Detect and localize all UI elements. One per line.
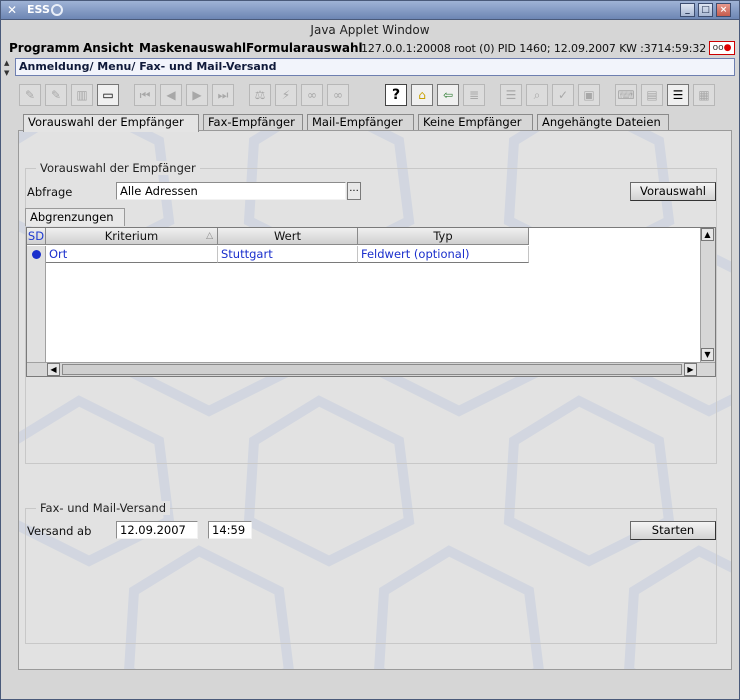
previous-record-icon[interactable]: ◀ [160, 84, 182, 106]
tab-mail-empfaenger[interactable]: Mail-Empfänger [307, 114, 414, 131]
menu-formularauswahl[interactable]: Formularauswahl [246, 41, 363, 55]
abfrage-field[interactable]: Alle Adressen [116, 182, 346, 200]
column-header-wert[interactable]: Wert [218, 228, 358, 245]
columns-icon[interactable]: ▥ [71, 84, 93, 106]
breadcrumb-strip: ▲ ▼ Anmeldung/ Menu/ Fax- und Mail-Versan… [2, 58, 738, 78]
home-icon[interactable]: ⌂ [411, 84, 433, 106]
versand-ab-label: Versand ab [27, 524, 92, 538]
versand-group-title: Fax- und Mail-Versand [36, 501, 170, 515]
check-icon[interactable]: ✓ [552, 84, 574, 106]
menu-programm[interactable]: Programm [9, 41, 80, 55]
menu-ansicht[interactable]: Ansicht [83, 41, 133, 55]
cell-wert[interactable]: Stuttgart [218, 246, 358, 263]
card-icon[interactable]: ▤ [641, 84, 663, 106]
list-arrow-icon[interactable]: ≣ [463, 84, 485, 106]
abfrage-label: Abfrage [27, 185, 73, 199]
window-title: ESS [27, 3, 50, 16]
app-x-icon: ✕ [7, 3, 18, 17]
maximize-button[interactable]: □ [698, 3, 713, 17]
tab-abgrenzungen[interactable]: Abgrenzungen [25, 208, 125, 226]
first-record-icon[interactable]: ⏮ [134, 84, 156, 106]
menu-maskenauswahl[interactable]: Maskenauswahl [139, 41, 246, 55]
breadcrumb: Anmeldung/ Menu/ Fax- und Mail-Versand [15, 58, 735, 76]
sort-ascending-icon: △ [206, 231, 213, 241]
tab-vorauswahl[interactable]: Vorauswahl der Empfänger [23, 114, 199, 132]
keyboard-icon[interactable]: ⌨ [615, 84, 637, 106]
link-icon[interactable]: ∞ [301, 84, 323, 106]
applet-window: ✕ ESS _ □ × Java Applet Window Programm … [0, 0, 740, 700]
column-header-kriterium[interactable]: Kriterium △ [46, 228, 218, 245]
exit-door-icon[interactable]: ⇦ [437, 84, 459, 106]
blank-page-icon[interactable]: ▭ [97, 84, 119, 106]
scroll-up-icon[interactable]: ▲ [701, 228, 714, 241]
vorauswahl-group-title: Vorauswahl der Empfänger [36, 161, 200, 175]
edit-doc2-icon[interactable]: ✎ [45, 84, 67, 106]
stamp-icon[interactable]: ▣ [578, 84, 600, 106]
cell-typ[interactable]: Feldwert (optional) [358, 246, 529, 263]
menu-bar: Programm Ansicht Maskenauswahl Formulara… [2, 39, 738, 57]
minimize-button[interactable]: _ [680, 3, 695, 17]
scroll-left-icon[interactable]: ◀ [47, 363, 60, 376]
tab-keine-empfaenger[interactable]: Keine Empfänger [418, 114, 533, 131]
bars-icon[interactable]: ☰ [667, 84, 689, 106]
versand-date-field[interactable]: 12.09.2007 [116, 521, 198, 539]
cell-kriterium[interactable]: Ort [46, 246, 218, 263]
edit-doc-icon[interactable]: ✎ [19, 84, 41, 106]
column-header-typ[interactable]: Typ [358, 228, 529, 245]
horizontal-scroll-thumb[interactable] [62, 364, 682, 375]
vertical-scrollbar[interactable]: ▲ ▼ [700, 228, 715, 362]
horizontal-scrollbar[interactable]: ◀ ▶ [27, 362, 715, 376]
next-record-icon[interactable]: ▶ [186, 84, 208, 106]
abgrenzungen-table: SD Kriterium △ Wert Typ Ort Stuttgart Fel… [26, 227, 716, 377]
abfrage-browse-button[interactable]: ... [347, 182, 361, 200]
last-record-icon[interactable]: ⏭ [212, 84, 234, 106]
session-status: 127.0.0.1:20008 root (0) PID 1460; 12.09… [361, 42, 707, 55]
filter-icon[interactable]: ⚖ [249, 84, 271, 106]
toolbar: ✎ ✎ ▥ ▭ ⏮ ◀ ▶ ⏭ ⚖ ⚡ ∞ ∞ ? ⌂ ⇦ ≣ ☰ ⌕ ✓ ▣ … [19, 84, 719, 108]
applet-window-label: Java Applet Window [310, 23, 430, 37]
versand-time-field[interactable]: 14:59 [208, 521, 252, 539]
search-icon[interactable]: ⌕ [526, 84, 548, 106]
window-titlebar[interactable]: ✕ ESS _ □ × [1, 1, 739, 20]
tab-panel: Vorauswahl der Empfänger Abfrage Alle Ad… [18, 130, 732, 670]
tab-angehaengte-dateien[interactable]: Angehängte Dateien [537, 114, 669, 131]
scroll-right-icon[interactable]: ▶ [684, 363, 697, 376]
current-row-marker-icon [32, 250, 41, 259]
column-header-kriterium-label: Kriterium [104, 229, 159, 243]
lightning-icon[interactable]: ⚡ [275, 84, 297, 106]
sheet-icon[interactable]: ▦ [693, 84, 715, 106]
nav-arrows-icon[interactable]: ▲ ▼ [4, 58, 12, 78]
vorauswahl-button[interactable]: Vorauswahl [630, 182, 716, 201]
link2-icon[interactable]: ∞ [327, 84, 349, 106]
start-button[interactable]: Starten [630, 521, 716, 540]
close-button[interactable]: × [716, 3, 731, 17]
document-lines-icon[interactable]: ☰ [500, 84, 522, 106]
column-header-sd[interactable]: SD [27, 228, 46, 245]
connection-indicator: oo● [709, 41, 735, 55]
tab-fax-empfaenger[interactable]: Fax-Empfänger [203, 114, 303, 131]
help-icon[interactable]: ? [385, 84, 407, 106]
session-icon [51, 4, 63, 16]
scroll-down-icon[interactable]: ▼ [701, 348, 714, 361]
row-header-column [27, 246, 46, 364]
indicator-text: oo [712, 43, 724, 53]
